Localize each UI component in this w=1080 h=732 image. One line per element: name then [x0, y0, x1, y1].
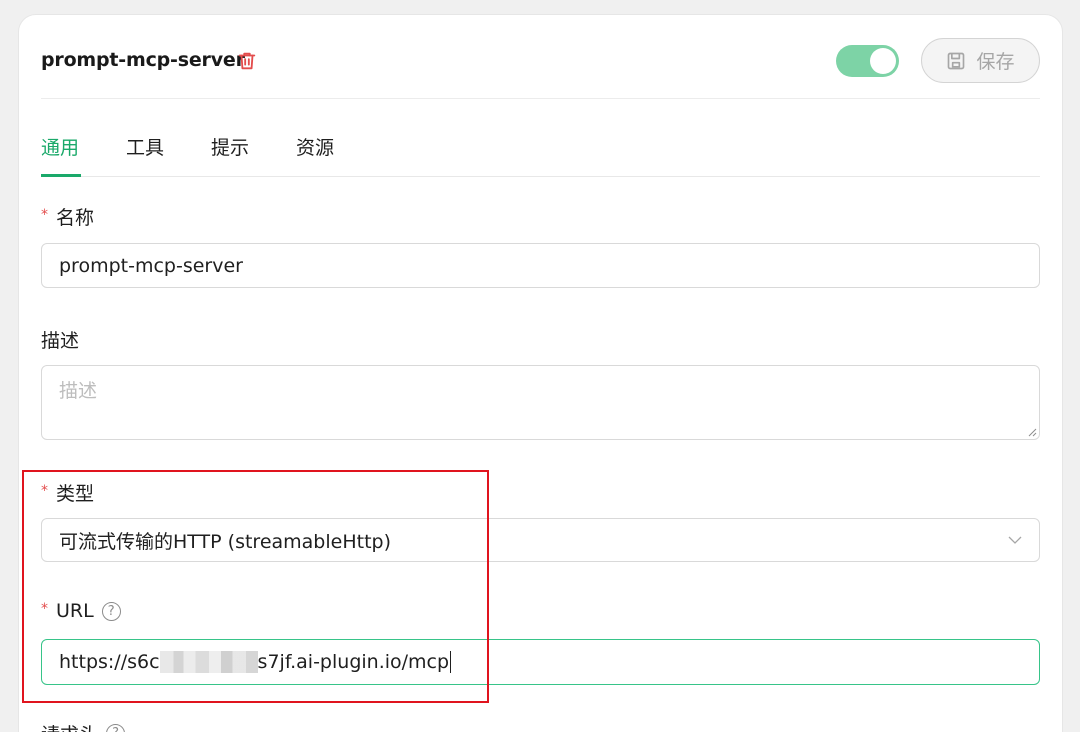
name-label-text: 名称: [56, 207, 95, 229]
enable-toggle[interactable]: [836, 45, 899, 77]
description-label: 描述: [41, 326, 79, 353]
resize-handle-icon[interactable]: [1027, 427, 1037, 437]
required-marker: *: [41, 206, 48, 223]
description-textarea[interactable]: 描述: [41, 365, 1040, 440]
server-title: prompt-mcp-server: [41, 49, 245, 71]
header-divider: [41, 98, 1040, 99]
active-tab-indicator: [41, 174, 81, 177]
tabs-divider: [41, 176, 1040, 177]
trash-icon[interactable]: [236, 50, 258, 72]
save-button[interactable]: 保存: [921, 38, 1040, 83]
tab-tools[interactable]: 工具: [126, 133, 164, 160]
name-input[interactable]: prompt-mcp-server: [41, 243, 1040, 288]
name-input-value: prompt-mcp-server: [59, 254, 243, 277]
tab-general[interactable]: 通用: [41, 133, 79, 160]
toggle-knob: [870, 48, 896, 74]
description-placeholder: 描述: [59, 380, 98, 402]
floppy-disk-icon: [948, 52, 965, 69]
annotation-highlight-box: [22, 470, 489, 703]
name-label: * 名称: [41, 203, 94, 230]
question-circle-icon[interactable]: ?: [106, 724, 126, 732]
save-label: 保存: [976, 51, 1015, 73]
description-label-text: 描述: [41, 330, 80, 352]
tab-prompts[interactable]: 提示: [211, 133, 249, 160]
headers-label: 请求头 ?: [41, 720, 126, 732]
tab-resources[interactable]: 资源: [296, 133, 334, 160]
chevron-down-icon: [1008, 536, 1022, 544]
headers-label-text: 请求头: [41, 720, 98, 732]
